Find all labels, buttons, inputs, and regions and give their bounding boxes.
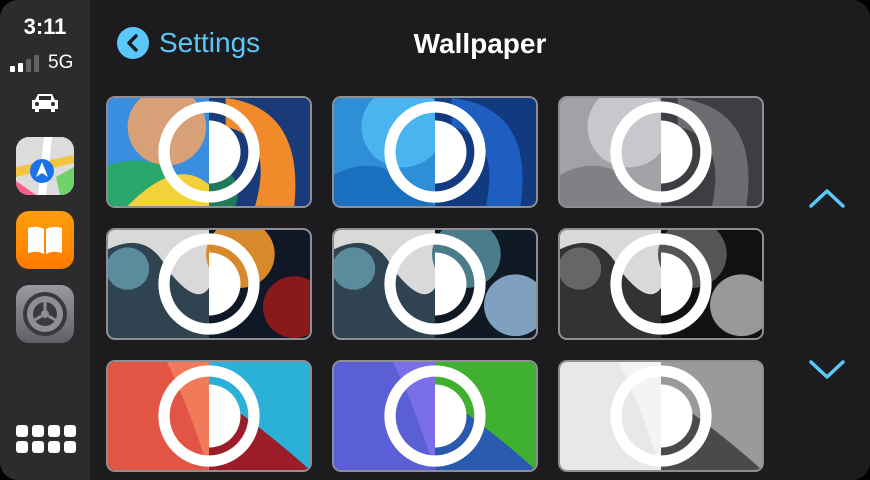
wallpaper-option[interactable] [558, 96, 764, 208]
sidebar: 3:11 5G [0, 0, 90, 480]
wallpaper-option[interactable] [106, 96, 312, 208]
appearance-toggle-icon [384, 101, 486, 203]
signal-strength-icon [10, 52, 39, 72]
wallpaper-option[interactable] [106, 228, 312, 340]
car-icon [32, 94, 58, 112]
back-button-label: Settings [159, 27, 261, 58]
maps-app-icon[interactable] [16, 137, 74, 195]
chevron-left-icon [117, 27, 149, 59]
status-time: 3:11 [23, 14, 67, 39]
scroll-down-button[interactable] [808, 358, 846, 382]
page-title: Wallpaper [413, 28, 547, 59]
app-grid-button[interactable] [16, 425, 76, 457]
appearance-toggle-icon [158, 233, 260, 335]
network-type: 5G [48, 52, 74, 73]
back-button[interactable]: Settings [117, 27, 260, 59]
carplay-screen: 3:11 5G Settings Wallpaper [0, 0, 870, 480]
wallpaper-option[interactable] [106, 360, 312, 472]
books-app-icon[interactable] [16, 211, 74, 269]
wallpaper-option[interactable] [558, 360, 764, 472]
appearance-toggle-icon [158, 101, 260, 203]
appearance-toggle-icon [158, 365, 260, 467]
appearance-toggle-icon [610, 101, 712, 203]
scroll-up-button[interactable] [808, 186, 846, 210]
wallpaper-option[interactable] [332, 228, 538, 340]
wallpaper-option[interactable] [332, 360, 538, 472]
settings-app-icon[interactable] [16, 285, 74, 343]
wallpaper-option[interactable] [558, 228, 764, 340]
appearance-toggle-icon [384, 365, 486, 467]
appearance-toggle-icon [610, 365, 712, 467]
wallpaper-option[interactable] [332, 96, 538, 208]
appearance-toggle-icon [384, 233, 486, 335]
appearance-toggle-icon [610, 233, 712, 335]
